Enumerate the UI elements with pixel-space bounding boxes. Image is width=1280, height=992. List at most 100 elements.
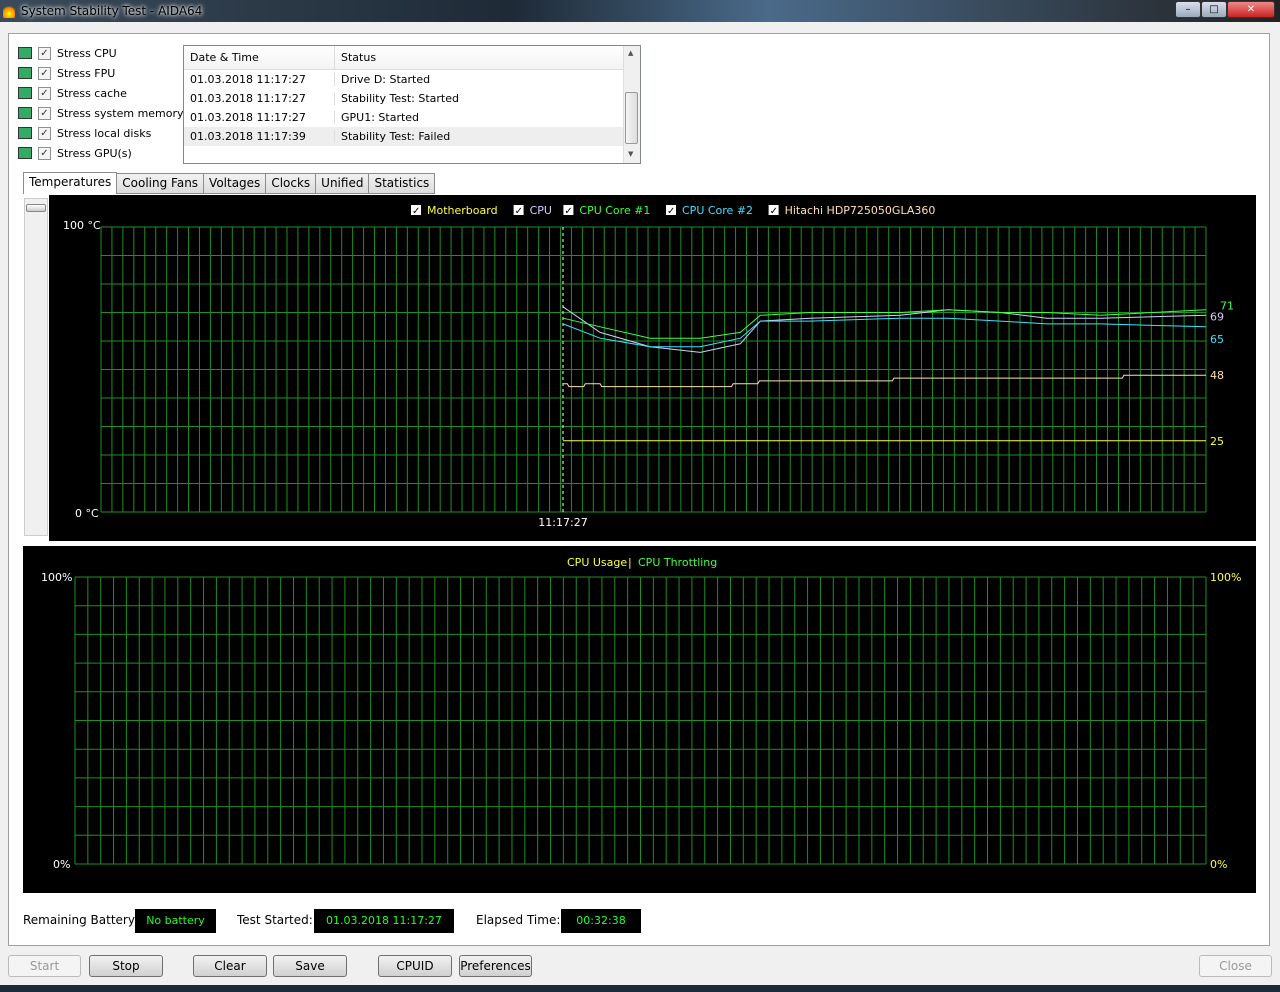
disk-icon [18, 127, 32, 139]
y-tick-right-min: 0% [1210, 858, 1227, 871]
legend-cpu-throttling: CPU Throttling [638, 556, 717, 569]
y-tick-min: 0 °C [75, 507, 99, 520]
legend-label: CPU Core #1 [579, 204, 650, 217]
tab-cooling-fans[interactable]: Cooling Fans [117, 173, 205, 194]
y-tick-left-max: 100% [41, 571, 72, 584]
stop-button[interactable]: Stop [89, 955, 163, 977]
test-started-label: Test Started: [237, 913, 313, 927]
y-tick-left-min: 0% [53, 858, 70, 871]
memory-icon [18, 107, 32, 119]
log-row[interactable]: 01.03.2018 11:17:27 GPU1: Started [184, 108, 640, 127]
checkbox[interactable]: ✓ [38, 106, 51, 120]
tab-voltages[interactable]: Voltages [204, 173, 267, 194]
elapsed-time-value: 00:32:38 [561, 909, 641, 933]
checkbox[interactable]: ✓ [38, 46, 51, 60]
check-icon: ✓ [564, 206, 572, 217]
event-log: Date & Time Status 01.03.2018 11:17:27 Dr… [183, 45, 641, 164]
option-label: Stress GPU(s) [57, 146, 132, 160]
option-label: Stress local disks [57, 126, 152, 140]
title-bar: System Stability Test - AIDA64 – □ ✕ [0, 0, 1280, 22]
log-datetime: 01.03.2018 11:17:27 [184, 111, 335, 124]
legend-item-cpu-core-2[interactable]: ✓ CPU Core #2 [666, 204, 753, 217]
option-stress-system-memory[interactable]: ✓ Stress system memory [18, 104, 184, 122]
elapsed-time-label: Elapsed Time: [476, 913, 561, 927]
cpuid-button[interactable]: CPUID [378, 955, 452, 977]
legend-label: CPU Core #2 [682, 204, 753, 217]
checkbox[interactable]: ✓ [38, 146, 51, 160]
scroll-thumb[interactable] [625, 92, 638, 144]
chart-scroll-slider[interactable] [24, 198, 48, 536]
log-row[interactable]: 01.03.2018 11:17:27 Stability Test: Start… [184, 89, 640, 108]
legend-label: Motherboard [427, 204, 498, 217]
series-end-label: 25 [1210, 435, 1224, 448]
log-status: Stability Test: Started [341, 92, 459, 105]
log-status: Drive D: Started [341, 73, 431, 86]
log-row[interactable]: 01.03.2018 11:17:27 Drive D: Started [184, 70, 640, 89]
tab-statistics[interactable]: Statistics [369, 173, 436, 194]
cpu-usage-chart: 100% 0% 100% 0% CPU Usage | CPU Throttling [23, 546, 1256, 893]
battery-value: No battery [135, 909, 216, 933]
cache-icon [18, 87, 32, 99]
log-datetime: 01.03.2018 11:17:27 [184, 73, 335, 86]
maximize-button[interactable]: □ [1201, 1, 1227, 18]
app-flame-icon [3, 4, 15, 18]
clear-button[interactable]: Clear [193, 955, 267, 977]
legend-item-cpu[interactable]: ✓ CPU [513, 204, 552, 217]
option-stress-cpu[interactable]: ✓ Stress CPU [18, 44, 117, 62]
preferences-button[interactable]: Preferences [459, 955, 532, 977]
series-end-label: 71 [1220, 300, 1234, 313]
start-button[interactable]: Start [8, 955, 81, 977]
option-stress-local-disks[interactable]: ✓ Stress local disks [18, 124, 151, 142]
legend-cpu-usage: CPU Usage [567, 556, 627, 569]
checkbox[interactable]: ✓ [38, 86, 51, 100]
log-status: Stability Test: Failed [341, 130, 451, 143]
check-icon: ✓ [412, 206, 420, 217]
test-started-value: 01.03.2018 11:17:27 [314, 909, 454, 933]
tab-temperatures[interactable]: Temperatures [23, 172, 118, 194]
column-header-status[interactable]: Status [335, 46, 376, 69]
legend-label: CPU [530, 204, 552, 217]
column-header-datetime[interactable]: Date & Time [184, 46, 335, 69]
slider-thumb[interactable] [26, 204, 46, 212]
check-icon: ✓ [515, 206, 523, 217]
battery-label: Remaining Battery: [23, 913, 139, 927]
option-label: Stress FPU [57, 66, 116, 80]
y-tick-max: 100 °C [63, 219, 101, 232]
save-button[interactable]: Save [273, 955, 347, 977]
window-title: System Stability Test - AIDA64 [21, 4, 203, 18]
cpu-chip-icon [18, 47, 32, 59]
legend-item-cpu-core-1[interactable]: ✓ CPU Core #1 [563, 204, 650, 217]
series-end-label: 48 [1210, 369, 1224, 382]
scroll-up-icon[interactable]: ▲ [628, 49, 633, 57]
taskbar [0, 985, 1280, 992]
fpu-icon [18, 67, 32, 79]
option-stress-cache[interactable]: ✓ Stress cache [18, 84, 127, 102]
close-button[interactable]: Close [1199, 955, 1272, 977]
temperature-chart: 100 °C 0 °C 11:17:27 ✓ Motherboard ✓ CPU ✓ CPU C… [49, 195, 1256, 541]
check-icon: ✓ [770, 206, 778, 217]
close-window-button[interactable]: ✕ [1227, 1, 1275, 18]
legend-separator: | [628, 556, 632, 569]
grid [100, 226, 1207, 513]
legend-item-motherboard[interactable]: ✓ Motherboard [411, 204, 498, 217]
minimize-button[interactable]: – [1175, 1, 1201, 18]
tab-clocks[interactable]: Clocks [266, 173, 317, 194]
option-stress-gpu-s-[interactable]: ✓ Stress GPU(s) [18, 144, 132, 162]
gpu-icon [18, 147, 32, 159]
legend-label: Hitachi HDP725050GLA360 [785, 204, 936, 217]
grid [74, 576, 1207, 865]
scroll-down-icon[interactable]: ▼ [628, 150, 633, 158]
log-scrollbar[interactable]: ▲ ▼ [623, 46, 640, 163]
x-tick-label: 11:17:27 [538, 516, 587, 529]
log-row[interactable]: 01.03.2018 11:17:39 Stability Test: Faile… [184, 127, 640, 146]
checkbox[interactable]: ✓ [38, 126, 51, 140]
series-end-label: 65 [1210, 333, 1224, 346]
option-label: Stress CPU [57, 46, 117, 60]
log-status: GPU1: Started [341, 111, 420, 124]
option-stress-fpu[interactable]: ✓ Stress FPU [18, 64, 115, 82]
y-tick-right-max: 100% [1210, 571, 1241, 584]
log-datetime: 01.03.2018 11:17:27 [184, 92, 335, 105]
checkbox[interactable]: ✓ [38, 66, 51, 80]
legend-item-hitachi-hdp725050gla360[interactable]: ✓ Hitachi HDP725050GLA360 [768, 204, 936, 217]
tab-unified[interactable]: Unified [316, 173, 370, 194]
